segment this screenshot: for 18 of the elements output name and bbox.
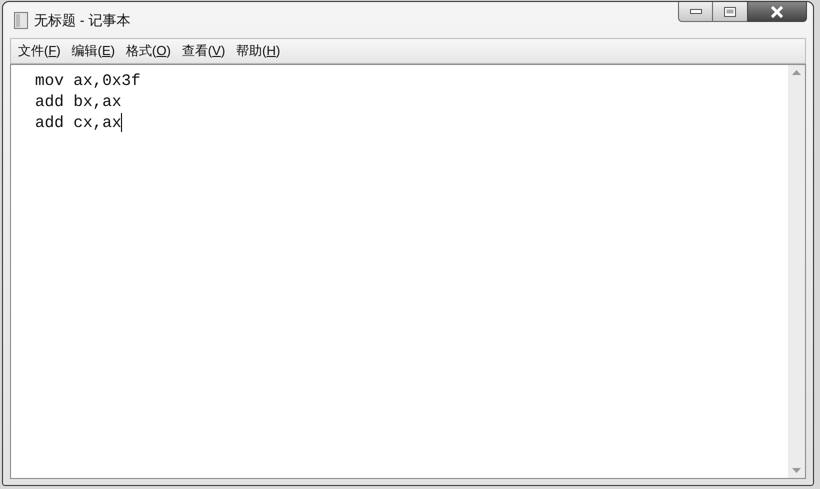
maximize-button[interactable] xyxy=(713,2,747,22)
notepad-icon xyxy=(14,12,28,29)
minimize-button[interactable] xyxy=(678,2,713,22)
menu-item[interactable]: 文件(F) xyxy=(14,41,65,61)
close-button[interactable] xyxy=(747,2,807,22)
menu-item[interactable]: 编辑(E) xyxy=(68,41,119,61)
code-line: mov ax,0x3f xyxy=(35,70,141,92)
menu-item[interactable]: 格式(O) xyxy=(122,41,175,61)
maximize-icon xyxy=(724,6,736,16)
code-line: add cx,ax xyxy=(35,112,122,134)
code-line: add bx,ax xyxy=(35,92,122,112)
window-title: 无标题 - 记事本 xyxy=(34,11,130,30)
menu-item[interactable]: 帮助(H) xyxy=(232,41,284,61)
close-icon xyxy=(770,6,784,18)
text-caret xyxy=(121,113,122,132)
text-editor[interactable]: mov ax,0x3f add bx,ax add cx,ax xyxy=(10,64,806,479)
minimize-icon xyxy=(690,9,702,14)
menu-item[interactable]: 查看(V) xyxy=(178,41,230,61)
